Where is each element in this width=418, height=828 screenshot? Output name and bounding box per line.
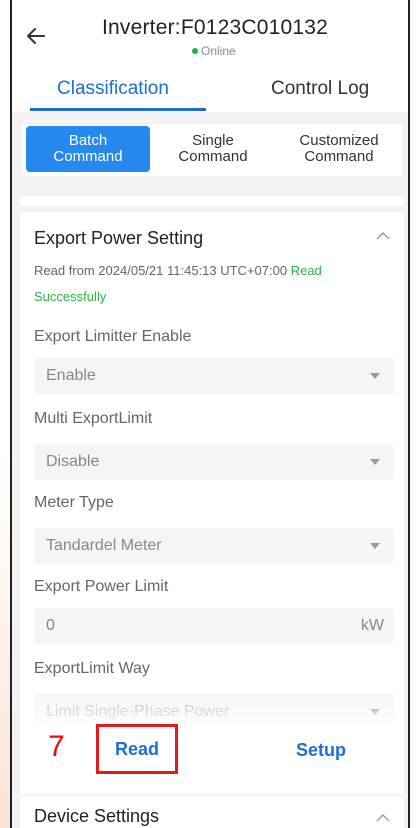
unit-label: kW <box>360 617 384 634</box>
export-limiter-select[interactable]: Enable <box>34 358 394 394</box>
field-label-export-power-limit: Export Power Limit <box>34 578 169 595</box>
segment-label-line2: Command <box>53 148 123 165</box>
read-button[interactable]: Read <box>96 724 178 774</box>
select-value: Disable <box>46 453 100 470</box>
segment-customized-command[interactable]: Customized Command <box>280 126 398 172</box>
online-dot-icon <box>192 48 198 54</box>
active-tab-indicator <box>30 108 206 111</box>
meter-type-select[interactable]: Tandardel Meter <box>34 528 394 564</box>
segment-label-line1: Single <box>192 132 234 149</box>
select-value: Limit Single-Phase Power <box>46 703 230 720</box>
status-badge: Online <box>192 44 236 58</box>
app-header: Inverter:F0123C010132 Online Classificat… <box>12 0 408 112</box>
step-annotation-number: 7 <box>48 730 65 763</box>
section-title: Device Settings <box>34 806 160 826</box>
caret-down-icon <box>370 459 380 465</box>
select-value: Tandardel Meter <box>46 537 162 554</box>
caret-down-icon <box>370 709 380 715</box>
multi-export-limit-select[interactable]: Disable <box>34 444 394 480</box>
tab-control-log[interactable]: Control Log <box>271 78 369 100</box>
arrow-left-icon[interactable] <box>24 24 54 54</box>
page-edge-right <box>410 0 418 828</box>
phone-screen: Inverter:F0123C010132 Online Classificat… <box>10 0 410 828</box>
status-text: Online <box>201 44 236 58</box>
segment-batch-command[interactable]: Batch Command <box>26 126 150 172</box>
action-bar: 7 Read Setup <box>20 722 404 786</box>
read-timestamp: Read from 2024/05/21 11:45:13 UTC+07:00 <box>34 263 288 278</box>
field-label-export-limit-way: ExportLimit Way <box>34 660 150 677</box>
page-title: Inverter:F0123C010132 <box>102 16 329 39</box>
segment-single-command[interactable]: Single Command <box>158 126 268 172</box>
chevron-up-icon[interactable] <box>376 810 390 822</box>
tab-classification[interactable]: Classification <box>57 78 169 100</box>
segment-label-line2: Command <box>304 148 374 165</box>
input-value: 0 <box>46 617 55 634</box>
command-type-selector: Batch Command Single Command Customized … <box>22 124 402 176</box>
field-label-multi-export-limit: Multi ExportLimit <box>34 410 153 427</box>
caret-down-icon <box>370 373 380 379</box>
chevron-up-icon[interactable] <box>376 228 390 240</box>
export-power-setting-card: Export Power Setting Read from 2024/05/2… <box>20 212 404 794</box>
device-settings-card[interactable]: Device Settings <box>20 796 404 828</box>
segment-label-line1: Customized <box>299 132 379 149</box>
select-value: Enable <box>46 367 96 384</box>
caret-down-icon <box>370 543 380 549</box>
setup-button[interactable]: Setup <box>296 740 346 761</box>
segment-label-line2: Command <box>178 148 248 165</box>
export-power-limit-input[interactable]: 0 kW <box>34 608 394 644</box>
field-label-meter-type: Meter Type <box>34 494 114 511</box>
page-edge-left <box>0 0 10 828</box>
collapsed-card-edge <box>20 196 404 206</box>
section-title: Export Power Setting <box>34 228 204 248</box>
segment-label-line1: Batch <box>68 132 108 149</box>
read-status-info: Read from 2024/05/21 11:45:13 UTC+07:00 … <box>34 258 364 310</box>
field-label-export-limiter: Export Limitter Enable <box>34 328 192 345</box>
